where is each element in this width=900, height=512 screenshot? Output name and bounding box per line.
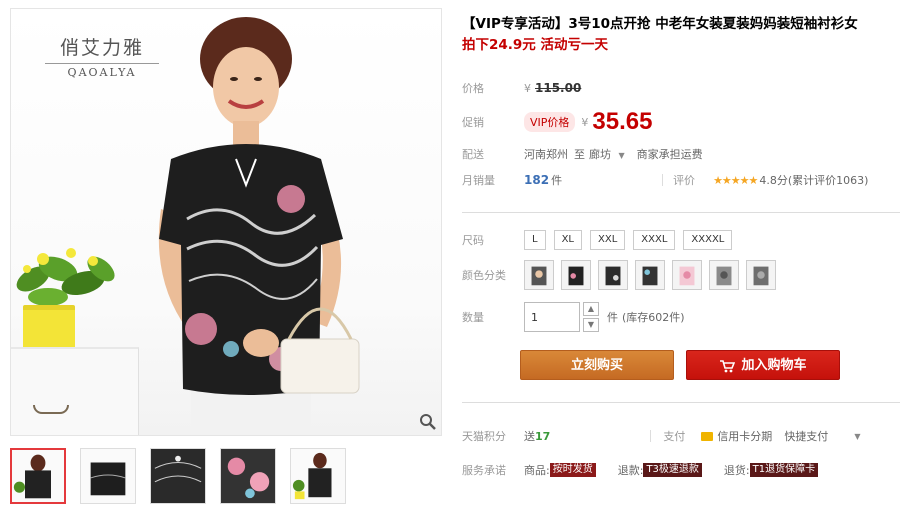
side-table [11, 347, 139, 435]
credit-installment[interactable]: 信用卡分期 [717, 428, 772, 444]
quantity-up-icon[interactable]: ▲ [583, 302, 599, 316]
rating-label: 评价 [673, 174, 696, 187]
points-row: 天猫积分 送 17 支付 信用卡分期 快捷支付 ▼ [462, 428, 900, 444]
buy-now-button[interactable]: 立刻购买 [520, 350, 674, 380]
drawer-handle [33, 405, 69, 414]
rating-stars-icon: ★★★★★ [713, 173, 758, 187]
sales-unit: 件 [551, 174, 563, 187]
quantity-stepper: ▲ ▼ [583, 302, 599, 332]
product-attributes: 价格 ¥ 115.00 促销 VIP价格 ¥ 35.65 配送 河南郑州 至 廊… [462, 14, 900, 512]
rating-score: 4.8分 [759, 174, 788, 187]
section-divider-2 [462, 402, 900, 403]
color-row: 颜色分类 [462, 260, 783, 290]
goods-label: 商品: [524, 464, 550, 477]
sales-row: 月销量 182 件 评价 ★★★★★ 4.8分 (累计评价1063) [462, 172, 900, 188]
ship-to-select[interactable]: 廊坊 ▼ [589, 146, 625, 162]
thumbnail-3[interactable] [150, 448, 206, 504]
color-label: 颜色分类 [462, 269, 506, 282]
thumbnail-4[interactable] [220, 448, 276, 504]
shipping-label: 配送 [462, 148, 484, 161]
promo-label: 促销 [462, 116, 484, 129]
quantity-label: 数量 [462, 311, 484, 324]
ship-from: 河南郑州 [524, 148, 568, 161]
points-label: 天猫积分 [462, 430, 506, 443]
review-count-link[interactable]: (累计评价1063) [788, 172, 869, 188]
sales-label: 月销量 [462, 174, 495, 187]
return-label: 退货: [723, 464, 750, 477]
color-option-6[interactable] [709, 260, 739, 290]
payment-label: 支付 [663, 430, 686, 443]
price-currency: ¥ [524, 81, 531, 95]
stock-count: (库存602件) [622, 311, 685, 324]
quantity-input[interactable] [524, 302, 580, 332]
main-product-image[interactable]: 俏艾力雅 QAOALYA [10, 8, 442, 436]
color-option-4[interactable] [635, 260, 665, 290]
quick-pay[interactable]: 快捷支付 [784, 428, 828, 444]
refund-label: 退款: [617, 464, 644, 477]
divider [650, 430, 652, 442]
shipping-fee: 商家承担运费 [636, 148, 703, 161]
chevron-down-icon[interactable]: ▼ [854, 432, 860, 441]
thumbnail-1[interactable] [10, 448, 66, 504]
size-option-xxl[interactable]: XXL [590, 230, 626, 250]
color-option-1[interactable] [524, 260, 554, 290]
points-prefix: 送 [524, 430, 535, 443]
price-row: 价格 ¥ 115.00 [462, 80, 581, 96]
zoom-icon[interactable] [419, 413, 437, 431]
shipping-row: 配送 河南郑州 至 廊坊 ▼ 商家承担运费 [462, 146, 703, 162]
original-price: 115.00 [535, 81, 582, 95]
section-divider [462, 212, 900, 213]
size-option-xxxxl[interactable]: XXXXL [683, 230, 733, 250]
cart-icon [720, 359, 736, 372]
size-option-xl[interactable]: XL [553, 230, 582, 250]
flower-leaves [16, 248, 115, 306]
thumbnail-5[interactable] [290, 448, 346, 504]
product-gallery: 俏艾力雅 QAOALYA [10, 8, 442, 508]
sales-count: 182 [524, 173, 550, 187]
color-option-2[interactable] [561, 260, 591, 290]
add-to-cart-button[interactable]: 加入购物车 [686, 350, 840, 380]
promo-row: 促销 VIP价格 ¥ 35.65 [462, 108, 652, 136]
thumbnail-strip [10, 448, 346, 504]
size-option-xxxl[interactable]: XXXL [633, 230, 676, 250]
model-photo [158, 17, 360, 435]
add-to-cart-label: 加入购物车 [741, 358, 807, 373]
price-label: 价格 [462, 82, 484, 95]
quantity-down-icon[interactable]: ▼ [583, 318, 599, 332]
quantity-row: 数量 ▲ ▼ 件 (库存602件) [462, 302, 685, 332]
service-row: 服务承诺 商品: 按时发货 退款: T3极速退款 退货: T1退货保障卡 [462, 462, 819, 478]
promo-currency: ¥ [581, 115, 589, 129]
return-tag: T1退货保障卡 [749, 463, 819, 477]
points-value: 17 [535, 429, 551, 443]
vip-badge: VIP价格 [524, 112, 576, 132]
color-option-7[interactable] [746, 260, 776, 290]
chevron-down-icon: ▼ [618, 151, 625, 160]
color-option-3[interactable] [598, 260, 628, 290]
size-row: 尺码 L XL XXL XXXL XXXXL [462, 230, 740, 250]
quantity-unit: 件 [607, 311, 618, 324]
ship-to-city: 廊坊 [589, 148, 611, 161]
promo-price: 35.65 [592, 108, 653, 135]
credit-card-icon [701, 431, 714, 441]
ship-to-word: 至 [574, 148, 585, 161]
goods-tag: 按时发货 [549, 463, 596, 477]
size-label: 尺码 [462, 234, 484, 247]
color-option-5[interactable] [672, 260, 702, 290]
refund-tag: T3极速退款 [643, 463, 702, 477]
size-option-l[interactable]: L [524, 230, 546, 250]
service-label: 服务承诺 [462, 464, 506, 477]
divider [662, 174, 664, 186]
thumbnail-2[interactable] [80, 448, 136, 504]
